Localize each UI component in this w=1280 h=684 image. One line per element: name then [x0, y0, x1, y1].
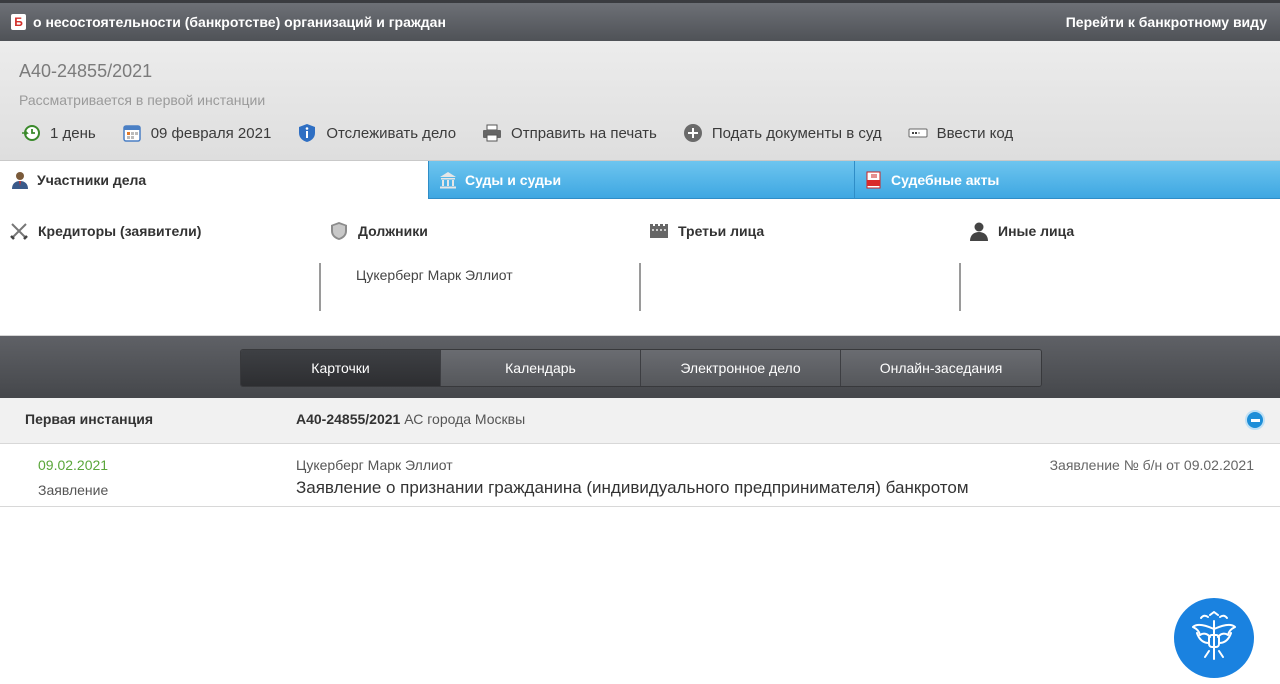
- creditors-title: Кредиторы (заявители): [38, 223, 202, 239]
- case-number: А40-24855/2021: [19, 61, 153, 81]
- shield-icon: [329, 221, 349, 241]
- tab-participants-label: Участники дела: [37, 172, 147, 188]
- duration-indicator[interactable]: 1 день: [21, 123, 96, 143]
- debtors-heading: Должники: [329, 221, 428, 241]
- creditors-column: Кредиторы (заявители): [9, 221, 201, 331]
- instance-header[interactable]: Первая инстанция А40-24855/2021 АС город…: [0, 398, 1280, 444]
- debtors-title: Должники: [358, 223, 428, 239]
- track-case-label: Отслеживать дело: [326, 124, 457, 142]
- tab-courts-label: Суды и судьи: [465, 171, 562, 188]
- document-author: Цукерберг Марк Эллиот: [296, 457, 453, 473]
- calendar-icon: [122, 123, 142, 143]
- debtor-item[interactable]: Цукерберг Марк Эллиот: [356, 267, 513, 283]
- code-icon: [908, 123, 928, 143]
- case-tabs: Участники дела Суды и судьи Судебные акт…: [0, 161, 1280, 199]
- collapse-button[interactable]: [1245, 410, 1265, 430]
- creditors-heading: Кредиторы (заявители): [9, 221, 201, 241]
- clock-arrow-icon: [21, 123, 41, 143]
- topbar-title: о несостоятельности (банкротстве) органи…: [33, 14, 446, 30]
- print-button[interactable]: Отправить на печать: [482, 123, 657, 143]
- pdf-icon: [865, 171, 883, 189]
- document-date: 09.02.2021: [38, 457, 109, 473]
- building-icon: [649, 221, 669, 241]
- debtors-column: Должники Цукерберг Марк Эллиот: [319, 221, 513, 331]
- case-header: А40-24855/2021 Рассматривается в первой …: [0, 41, 1280, 161]
- double-headed-eagle-icon: [1191, 610, 1237, 666]
- document-title-link[interactable]: Заявление о признании гражданина (индиви…: [296, 478, 969, 498]
- date-indicator[interactable]: 09 февраля 2021: [122, 123, 272, 143]
- duration-label: 1 день: [50, 124, 96, 142]
- top-bar: Б о несостоятельности (банкротстве) орга…: [0, 0, 1280, 41]
- view-switcher: Карточки Календарь Электронное дело Онла…: [240, 349, 1042, 387]
- view-switcher-band: Карточки Календарь Электронное дело Онла…: [0, 336, 1280, 398]
- instance-label: Первая инстанция: [25, 411, 153, 427]
- other-persons-title: Иные лица: [998, 223, 1075, 239]
- third-parties-column: Третьи лица: [639, 221, 764, 331]
- plus-circle-icon: [683, 123, 703, 143]
- emblem-button[interactable]: [1174, 598, 1254, 678]
- crossed-swords-icon: [9, 221, 29, 241]
- third-parties-divider: [639, 263, 641, 311]
- participants-panel: Кредиторы (заявители) Должники Цукерберг…: [0, 199, 1280, 336]
- third-parties-title: Третьи лица: [678, 223, 765, 239]
- view-online-hearings-button[interactable]: Онлайн-заседания: [841, 350, 1041, 386]
- view-calendar-button[interactable]: Календарь: [441, 350, 641, 386]
- other-persons-column: Иные лица: [959, 221, 1074, 331]
- submit-documents-label: Подать документы в суд: [711, 124, 882, 142]
- tab-court-acts-label: Судебные акты: [891, 171, 1000, 188]
- tab-participants[interactable]: Участники дела: [0, 161, 428, 199]
- other-persons-heading: Иные лица: [969, 221, 1074, 241]
- document-kind: Заявление: [38, 482, 109, 498]
- person-silhouette-icon: [969, 221, 989, 241]
- submit-documents-button[interactable]: Подать документы в суд: [683, 123, 882, 143]
- view-electronic-case-button[interactable]: Электронное дело: [641, 350, 841, 386]
- debtors-divider: [319, 263, 321, 311]
- bankruptcy-logo-icon: Б: [11, 14, 26, 30]
- print-label: Отправить на печать: [511, 124, 657, 142]
- third-parties-heading: Третьи лица: [649, 221, 764, 241]
- enter-code-label: Ввести код: [936, 124, 1014, 142]
- instance-case-number: А40-24855/2021: [296, 411, 401, 427]
- minus-icon: [1250, 418, 1260, 422]
- courthouse-icon: [439, 171, 457, 189]
- track-case-button[interactable]: Отслеживать дело: [297, 123, 456, 143]
- enter-code-button[interactable]: Ввести код: [908, 123, 1014, 143]
- shield-info-icon: [297, 123, 317, 143]
- printer-icon: [482, 123, 502, 143]
- case-actions: 1 день 09 февраля 2021 Отслеживать дело …: [21, 121, 1039, 145]
- view-cards-button[interactable]: Карточки: [241, 350, 441, 386]
- document-reference: Заявление № б/н от 09.02.2021: [1049, 457, 1254, 473]
- date-label: 09 февраля 2021: [150, 124, 272, 142]
- bankruptcy-view-link[interactable]: Перейти к банкротному виду: [1066, 14, 1267, 30]
- instance-case: А40-24855/2021 АС города Москвы: [296, 411, 525, 427]
- tab-court-acts[interactable]: Судебные акты: [854, 161, 1280, 199]
- document-row: 09.02.2021 Заявление Цукерберг Марк Элли…: [0, 444, 1280, 507]
- case-status: Рассматривается в первой инстанции: [19, 92, 266, 108]
- person-icon: [11, 171, 29, 189]
- instance-court: АС города Москвы: [404, 411, 526, 427]
- other-persons-divider: [959, 263, 961, 311]
- tab-courts[interactable]: Суды и судьи: [428, 161, 854, 199]
